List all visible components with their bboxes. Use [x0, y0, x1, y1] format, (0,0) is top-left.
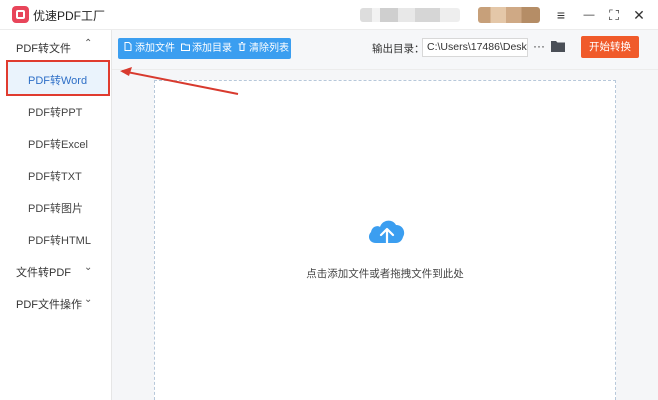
output-path-field[interactable]: C:\Users\17486\Deskto [422, 38, 528, 57]
chevron-down-icon: ⌄ [84, 294, 93, 305]
close-button[interactable]: ✕ [628, 5, 650, 25]
sidebar-group-label: 文件转PDF [16, 267, 71, 279]
clear-list-label: 清除列表 [249, 43, 289, 54]
sidebar-item-label: PDF转Word [28, 75, 88, 87]
trash-icon [238, 38, 247, 59]
folder-icon [181, 38, 190, 59]
chevron-up-icon: ⌃ [84, 38, 93, 49]
sidebar-group-file-to-pdf[interactable]: 文件转PDF ⌄ [0, 258, 112, 284]
sidebar-item-label: PDF转图片 [28, 203, 83, 215]
app-title: 优速PDF工厂 [33, 9, 106, 23]
sidebar-item-pdf-to-image[interactable]: PDF转图片 [0, 194, 112, 220]
sidebar-group-label: PDF文件操作 [16, 299, 82, 311]
clear-list-button[interactable]: 清除列表 [238, 38, 289, 59]
add-file-button[interactable]: 添加文件 [124, 38, 175, 59]
drop-hint-text: 点击添加文件或者拖拽文件到此处 [306, 268, 464, 280]
app-logo-icon [12, 6, 29, 23]
sidebar-item-label: PDF转PPT [28, 107, 83, 119]
sidebar: PDF转文件 ⌃ PDF转Word PDF转PPT PDF转Excel PDF转… [0, 30, 112, 400]
annotation-arrow [120, 67, 239, 95]
sidebar-item-label: PDF转TXT [28, 171, 82, 183]
more-options-button[interactable]: ··· [531, 38, 547, 57]
add-file-label: 添加文件 [135, 43, 175, 54]
sidebar-item-pdf-to-ppt[interactable]: PDF转PPT [0, 98, 112, 124]
sidebar-item-pdf-to-html[interactable]: PDF转HTML [0, 226, 112, 252]
file-icon [124, 38, 133, 59]
cloud-upload-icon [366, 215, 408, 249]
sidebar-item-pdf-to-txt[interactable]: PDF转TXT [0, 162, 112, 188]
menu-icon[interactable]: ≡ [550, 5, 572, 25]
sidebar-item-label: PDF转Excel [28, 139, 88, 151]
blurred-avatar [478, 7, 540, 23]
folder-open-icon[interactable] [550, 39, 566, 53]
maximize-button[interactable]: ⛶ [603, 5, 625, 25]
file-drop-zone[interactable]: 点击添加文件或者拖拽文件到此处 [154, 80, 616, 400]
sidebar-item-pdf-to-excel[interactable]: PDF转Excel [0, 130, 112, 156]
main-panel: 点击添加文件或者拖拽文件到此处 [112, 70, 658, 400]
sidebar-group-pdf-operations[interactable]: PDF文件操作 ⌄ [0, 290, 112, 316]
add-folder-button[interactable]: 添加目录 [181, 38, 232, 59]
sidebar-group-label: PDF转文件 [16, 43, 71, 55]
start-convert-button[interactable]: 开始转换 [581, 36, 639, 58]
chevron-down-icon: ⌄ [84, 262, 93, 273]
sidebar-item-pdf-to-word[interactable]: PDF转Word [6, 60, 110, 96]
output-dir-label: 输出目录： [372, 43, 425, 55]
blurred-user-info [360, 8, 460, 22]
file-button-group: 添加文件 添加目录 清除列表 [118, 38, 291, 59]
add-folder-label: 添加目录 [192, 43, 232, 54]
sidebar-group-pdf-to-file[interactable]: PDF转文件 ⌃ [0, 34, 112, 60]
minimize-button[interactable]: — [578, 5, 600, 25]
sidebar-item-label: PDF转HTML [28, 235, 91, 247]
title-bar: 优速PDF工厂 ≡ — ⛶ ✕ [0, 0, 658, 30]
